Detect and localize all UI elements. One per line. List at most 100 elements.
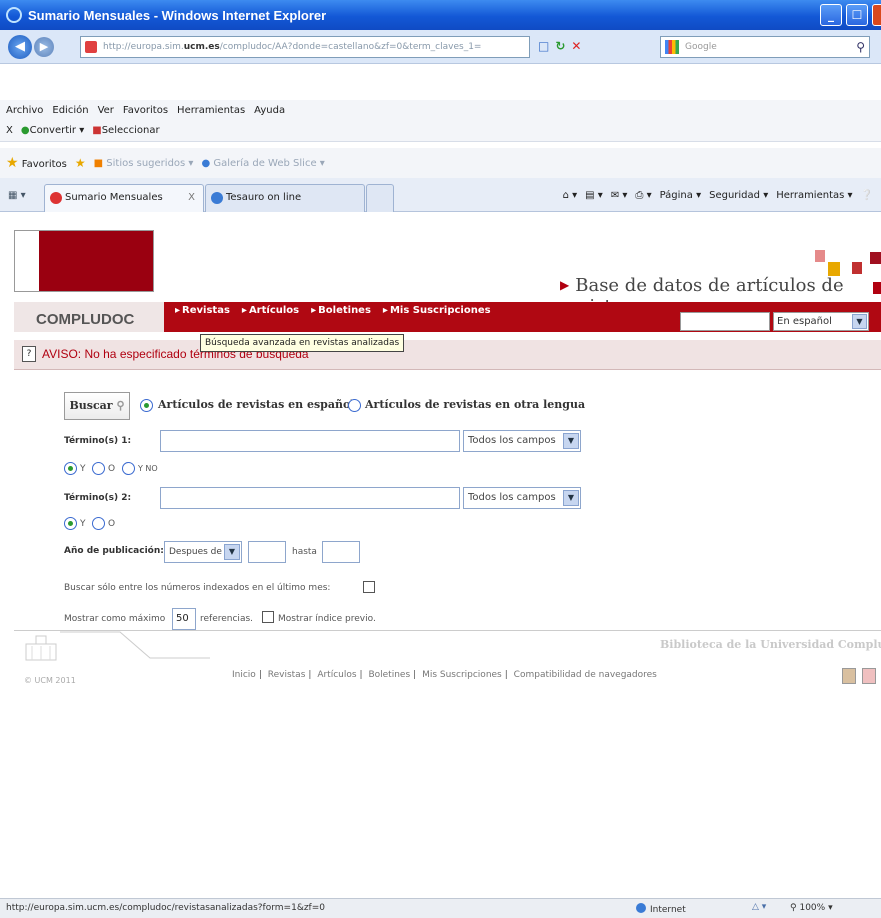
search-placeholder: Google [685,42,717,52]
new-tab-button[interactable] [366,184,394,212]
galeria-button[interactable]: ● Galería de Web Slice ▾ [201,158,324,169]
max-suffix-label: referencias. [200,614,254,624]
menu-edicion[interactable]: Edición [52,105,88,116]
ucm-logo [14,230,154,292]
feeds-icon[interactable]: ▤ ▾ [585,190,603,201]
term2-field-select[interactable]: Todos los campos ▼ [463,487,581,509]
footer-link-boletines[interactable]: Boletines [368,670,410,680]
footer-link-suscripciones[interactable]: Mis Suscripciones [422,670,502,680]
max-results-input[interactable]: 50 [172,608,196,630]
maximize-button[interactable]: ☐ [846,4,868,26]
search-icon[interactable]: ⚲ [856,37,865,57]
menu-favoritos[interactable]: Favoritos [123,105,168,116]
menu-herramientas[interactable]: Herramientas [177,105,245,116]
mail-icon[interactable] [862,668,876,684]
footer-copyright: © UCM 2011 [24,676,76,685]
year-from-input[interactable] [248,541,286,563]
home-icon[interactable]: ⌂ ▾ [563,190,578,201]
close-window-button[interactable] [872,4,881,26]
seguridad-menu[interactable]: Seguridad ▾ [709,190,768,201]
term1-field-select[interactable]: Todos los campos ▼ [463,430,581,452]
mail-icon[interactable]: ✉ ▾ [611,190,628,201]
nav-boletines[interactable]: Boletines [311,305,371,316]
op1-y-no-radio[interactable] [122,462,135,475]
chevron-down-icon: ▼ [224,544,240,560]
address-toolbar: ◀ ▶ http://europa.sim.ucm.es/compludoc/A… [0,30,881,64]
url-domain: ucm.es [183,42,220,52]
favorites-bar: ★ Favoritos ★ ■ Sitios sugeridos ▾ ● Gal… [0,148,881,178]
pagina-menu[interactable]: Página ▾ [660,190,702,201]
quick-tabs-icon[interactable]: ▦ ▾ [8,190,26,201]
max-prefix-label: Mostrar como máximo [64,614,166,624]
zoom-level[interactable]: ⚲ 100% ▾ [790,903,833,913]
chevron-down-icon: ▼ [852,314,867,329]
tab-tesauro-on-line[interactable]: Tesauro on line [205,184,365,212]
chevron-down-icon: ▼ [563,490,579,506]
hasta-label: hasta [292,547,317,557]
scope-other-radio[interactable] [348,399,361,412]
footer-link-revistas[interactable]: Revistas [268,670,306,680]
address-input[interactable]: http://europa.sim.ucm.es/compludoc/AA?do… [80,36,530,58]
term1-input[interactable] [160,430,460,452]
op2-o-radio[interactable] [92,517,105,530]
forward-button[interactable]: ▶ [34,36,54,57]
menu-bar: Archivo Edición Ver Favoritos Herramient… [0,100,881,120]
close-tab-button[interactable]: X [188,185,195,211]
op1-y-radio[interactable] [64,462,77,475]
year-to-input[interactable] [322,541,360,563]
year-mode-select[interactable]: Despues de ▼ [164,541,242,563]
ie-logo-icon [6,7,22,23]
search-input[interactable]: Google ⚲ [660,36,870,58]
protected-mode-icon[interactable]: △ ▾ [752,902,766,912]
nav-articulos[interactable]: Artículos [242,305,299,316]
compatibility-icon[interactable]: □ [538,39,549,53]
print-icon[interactable]: ⎙ ▾ [635,190,651,201]
term2-input[interactable] [160,487,460,509]
tab-page-icon [50,192,62,204]
nav-mis-suscripciones[interactable]: Mis Suscripciones [383,305,491,316]
field-select-value: Todos los campos [468,435,556,446]
chevron-down-icon: ▼ [563,433,579,449]
tab-sumario-mensuales[interactable]: Sumario Mensuales X [44,184,204,212]
buscar-button[interactable]: Buscar ⚲ [64,392,130,420]
stop-icon[interactable]: ✕ [571,39,581,53]
back-button[interactable]: ◀ [8,34,32,59]
favoritos-button[interactable]: ★ Favoritos [6,155,67,171]
decorative-square [815,250,825,262]
nav-revistas[interactable]: Revistas [175,305,230,316]
menu-ayuda[interactable]: Ayuda [254,105,285,116]
sitios-sugeridos-button[interactable]: ■ Sitios sugeridos ▾ [94,158,194,169]
decorative-square [852,262,862,274]
web-slice-icon: ● [201,157,211,169]
op1-o-radio[interactable] [92,462,105,475]
show-index-checkbox[interactable] [262,611,274,623]
minimize-button[interactable]: _ [820,4,842,26]
footer-link-compatibilidad[interactable]: Compatibilidad de navegadores [514,670,657,680]
only-indexed-checkbox[interactable] [363,581,375,593]
convertir-button[interactable]: ●Convertir ▾ [21,125,84,136]
seleccionar-button[interactable]: ■Seleccionar [92,125,159,136]
footer-link-inicio[interactable]: Inicio [232,670,256,680]
decorative-square [870,252,881,264]
herramientas-menu[interactable]: Herramientas ▾ [776,190,852,201]
main-nav-links: Revistas Artículos Boletines Mis Suscrip… [175,305,491,316]
refresh-icon[interactable]: ↻ [555,39,565,53]
op1-y-no-label: Y NO [138,464,158,473]
window-title-bar: Sumario Mensuales - Windows Internet Exp… [0,0,881,30]
menu-archivo[interactable]: Archivo [6,105,43,116]
tab-label: Sumario Mensuales [65,192,163,203]
op2-y-radio[interactable] [64,517,77,530]
help-icon[interactable]: ❔ [861,190,873,201]
scope-spanish-radio[interactable] [140,399,153,412]
add-favorite-icon[interactable]: ★ [75,156,86,170]
site-search-input[interactable] [680,312,770,331]
contact-icon[interactable] [842,668,856,684]
language-select[interactable]: En español ▼ [773,312,869,331]
status-url: http://europa.sim.ucm.es/compludoc/revis… [6,903,325,913]
url-rest: /compludoc/AA?donde=castellano&zf=0&term… [219,42,482,52]
brand-compludoc[interactable]: COMPLUDOC [36,311,134,328]
close-toolbar-button[interactable]: X [6,125,13,136]
op2-o-label: O [108,519,116,529]
menu-ver[interactable]: Ver [98,105,114,116]
footer-link-articulos[interactable]: Artículos [317,670,356,680]
